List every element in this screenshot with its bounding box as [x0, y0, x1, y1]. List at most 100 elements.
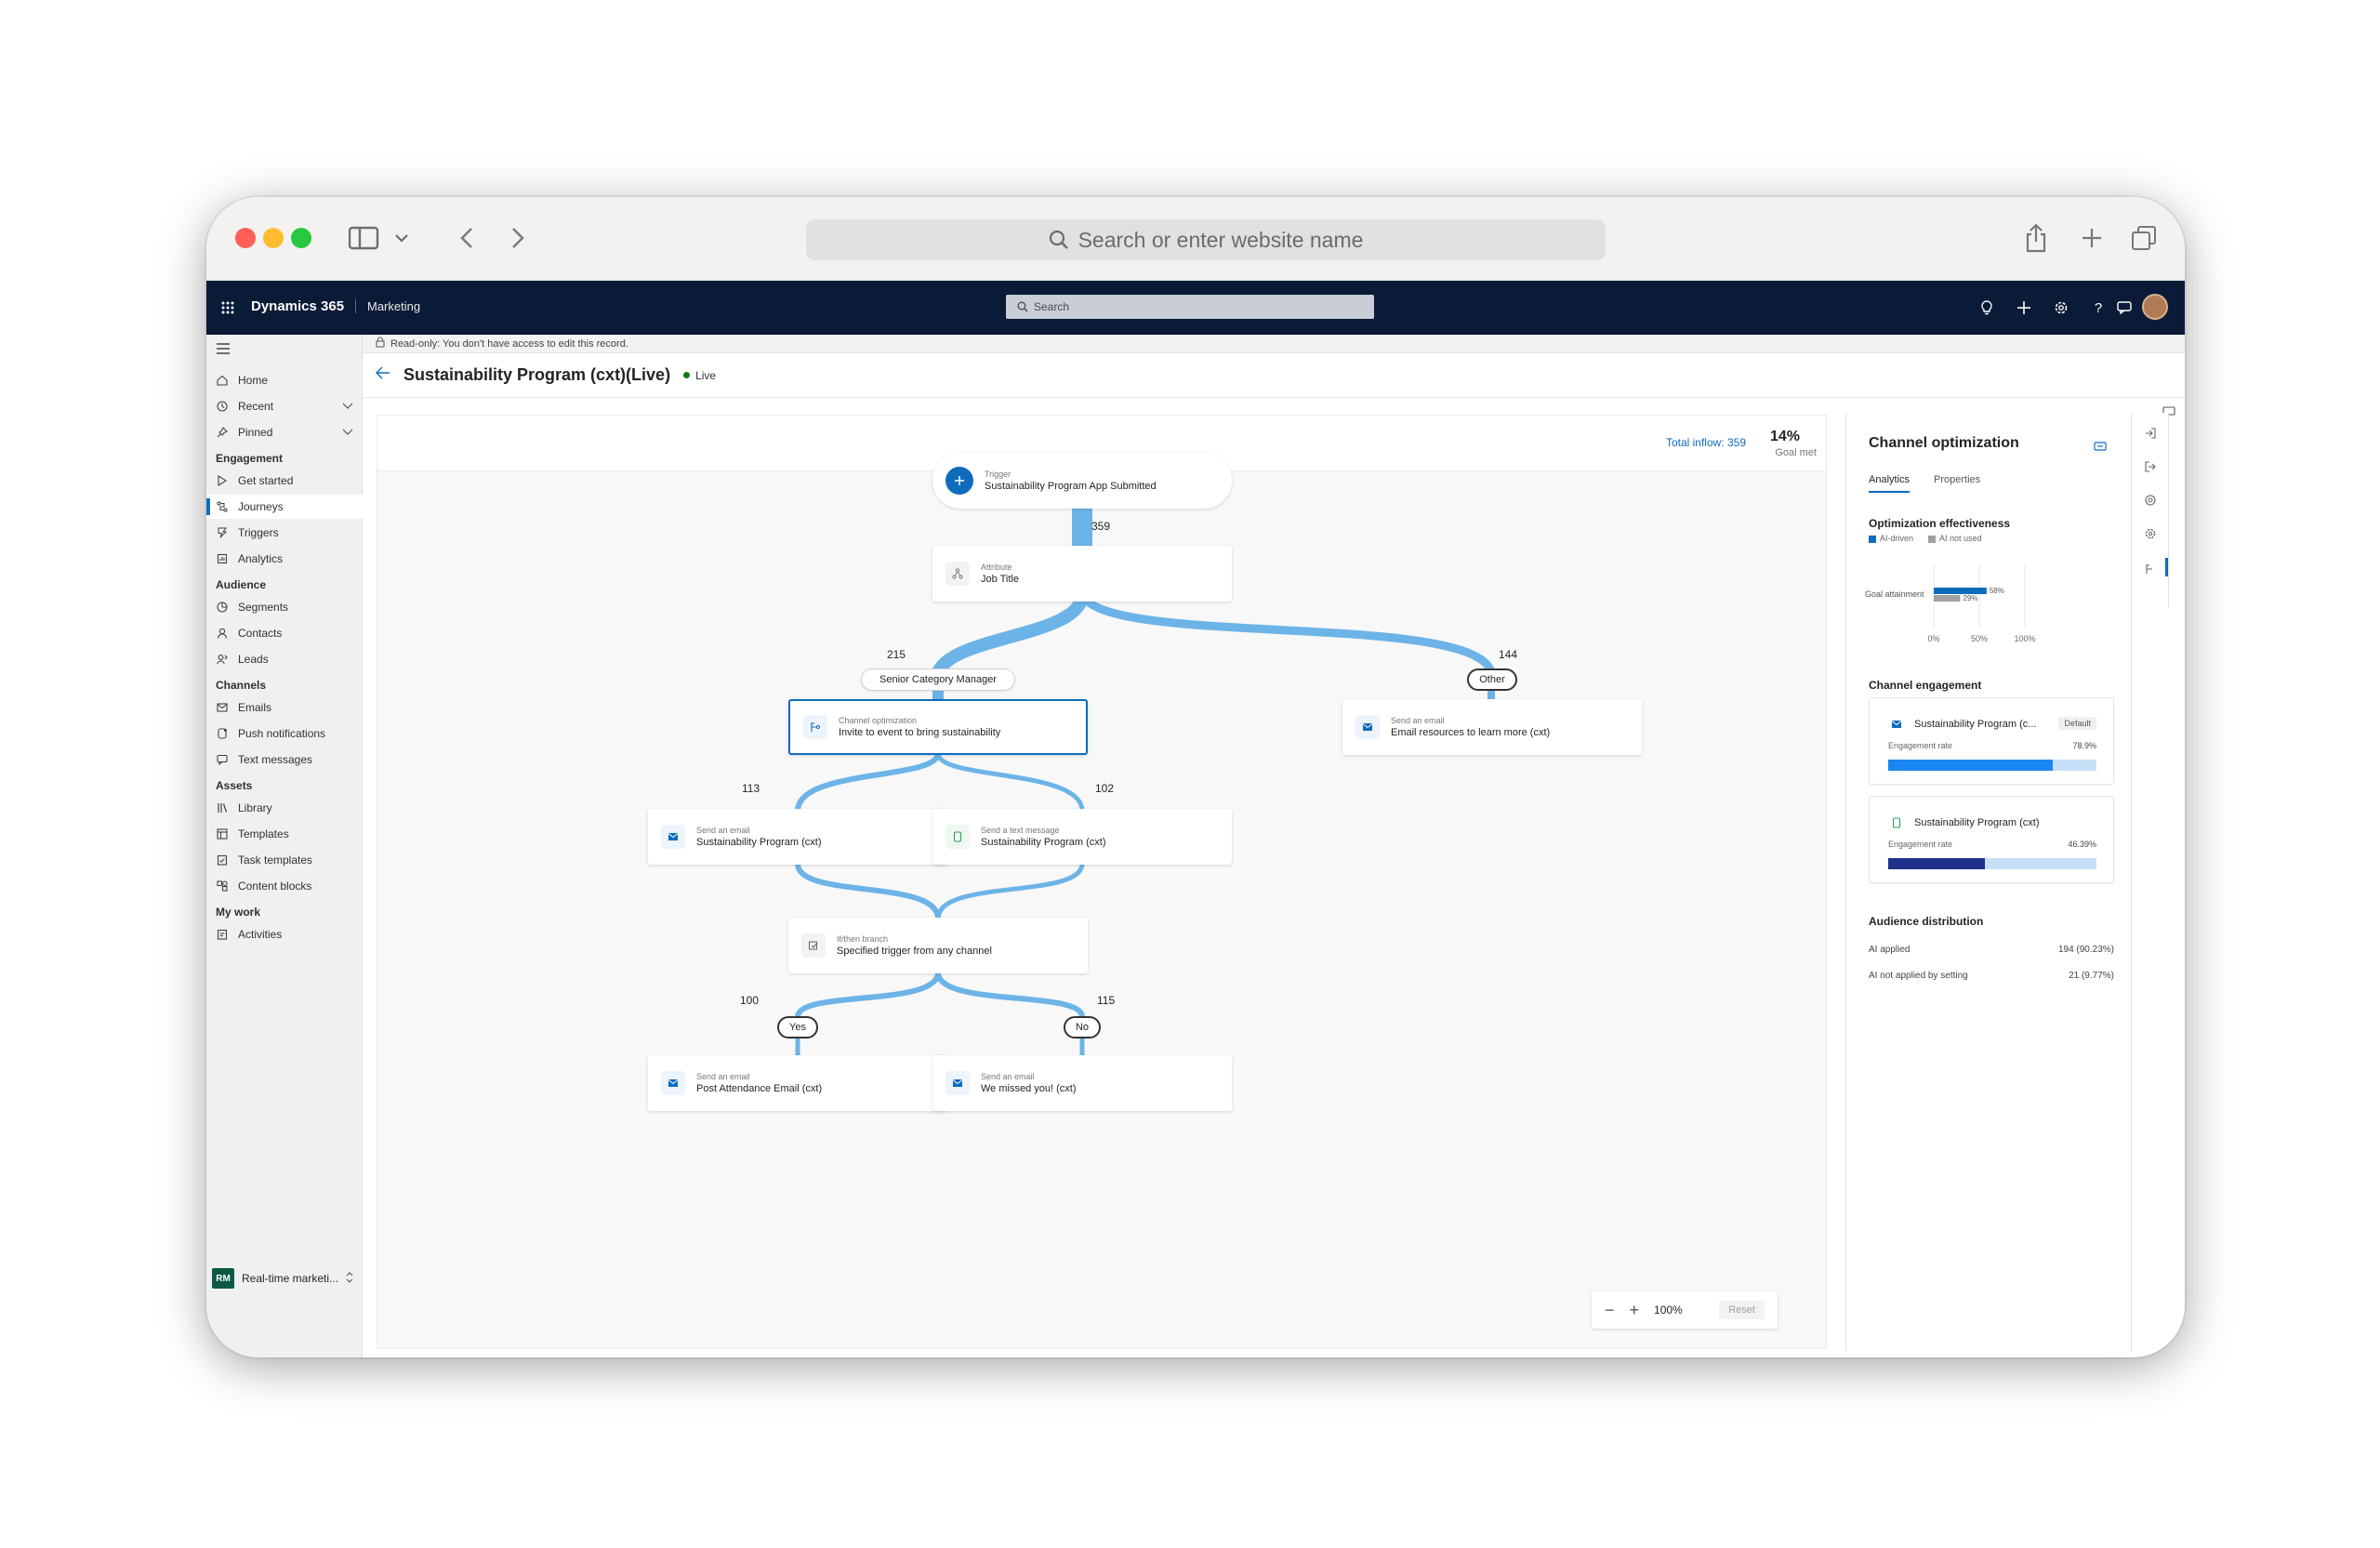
sidebar-item-task-templates[interactable]: Task templates: [206, 848, 363, 872]
tab-properties[interactable]: Properties: [1934, 474, 1980, 493]
gear-icon[interactable]: [2143, 526, 2158, 541]
sidebar-nav: Home Recent Pinned Engagement Get starte…: [206, 335, 363, 1357]
share-icon[interactable]: [2017, 219, 2055, 257]
chart-bar-ai-not-used: [1934, 595, 1961, 602]
journey-node-sms-program[interactable]: Send a text message Sustainability Progra…: [932, 809, 1232, 865]
close-window-button[interactable]: [235, 228, 256, 248]
node-title: Email resources to learn more (cxt): [1391, 726, 1551, 738]
sidebar-item-content-blocks[interactable]: Content blocks: [206, 874, 363, 898]
page-header: Sustainability Program (cxt)(Live) Live: [363, 353, 2185, 398]
sidebar-item-segments[interactable]: Segments: [206, 595, 363, 619]
zoom-in-button[interactable]: +: [1630, 1301, 1640, 1320]
sidebar-item-text-messages[interactable]: Text messages: [206, 748, 363, 772]
add-icon[interactable]: [2014, 298, 2034, 318]
lightbulb-icon[interactable]: [1977, 298, 1997, 318]
sidebar-item-label: Get started: [238, 474, 294, 487]
chevron-down-icon[interactable]: [342, 426, 353, 439]
tab-overview-icon[interactable]: [2125, 219, 2162, 257]
sidebar-item-activities[interactable]: Activities: [206, 922, 363, 946]
gear-icon[interactable]: [2051, 298, 2071, 318]
chevron-down-icon[interactable]: [383, 219, 420, 257]
zoom-window-button[interactable]: [291, 228, 311, 248]
sidebar-item-label: Home: [238, 374, 269, 387]
node-type-label: Trigger: [985, 469, 1012, 479]
target-icon[interactable]: [2143, 493, 2158, 508]
app-brand[interactable]: Dynamics 365: [251, 298, 344, 314]
area-switcher[interactable]: RM Real-time marketi...: [212, 1264, 357, 1292]
journey-node-email-resources[interactable]: Send an email Email resources to learn mo…: [1342, 699, 1642, 755]
zoom-out-button[interactable]: −: [1605, 1301, 1615, 1320]
sidebar-item-templates[interactable]: Templates: [206, 822, 363, 846]
engagement-rate-label: Engagement rate: [1888, 741, 1953, 750]
attribute-icon: [945, 562, 970, 586]
new-tab-icon[interactable]: [2073, 219, 2110, 257]
help-icon[interactable]: ?: [2088, 298, 2109, 318]
sidebar-item-journeys[interactable]: Journeys: [206, 495, 363, 519]
journey-node-channel-optimization[interactable]: Channel optimization Invite to event to b…: [788, 699, 1088, 755]
chevron-down-icon[interactable]: [342, 400, 353, 413]
address-bar[interactable]: Search or enter website name: [806, 219, 1606, 260]
distribution-row: AI not applied by setting 21 (9.77%): [1869, 971, 2114, 981]
tab-analytics[interactable]: Analytics: [1869, 474, 1911, 493]
journey-node-email-post-attendance[interactable]: Send an email Post Attendance Email (cxt): [648, 1055, 947, 1111]
user-avatar[interactable]: [2142, 294, 2168, 320]
sidebar-toggle-icon[interactable]: [346, 219, 383, 257]
journey-node-attribute[interactable]: Attribute Job Title: [932, 546, 1232, 602]
reset-zoom-button[interactable]: Reset: [1719, 1301, 1765, 1319]
sidebar-section-engagement: Engagement: [216, 452, 284, 465]
sidebar-item-leads[interactable]: Leads: [206, 647, 363, 671]
back-arrow-icon[interactable]: [448, 219, 485, 257]
expand-panel-icon[interactable]: [2094, 439, 2107, 456]
channel-optimization-icon[interactable]: [2143, 562, 2158, 576]
sidebar-item-analytics[interactable]: Analytics: [206, 547, 363, 571]
flow-ifthen-to-yes: [795, 971, 941, 1019]
sidebar-item-pinned[interactable]: Pinned: [206, 420, 363, 444]
browser-window: Search or enter website name Dynamics 36…: [206, 197, 2185, 1357]
sidebar-item-emails[interactable]: Emails: [206, 695, 363, 720]
branch-label-yes[interactable]: Yes: [777, 1016, 818, 1039]
journey-node-trigger[interactable]: Trigger Sustainability Program App Submit…: [932, 453, 1232, 509]
sidebar-item-triggers[interactable]: Triggers: [206, 521, 363, 545]
panel-icon-rail: [2132, 413, 2169, 608]
flow-attribute-to-senior: [932, 588, 1089, 679]
sign-in-icon[interactable]: [2143, 426, 2158, 441]
journey-canvas[interactable]: Total inflow: 359 14% Goal met 359 215 1…: [377, 415, 1827, 1349]
chat-icon[interactable]: [2114, 298, 2135, 318]
exit-icon[interactable]: [2143, 459, 2158, 474]
page-title: Sustainability Program (cxt)(Live): [403, 365, 671, 384]
flow-count: 215: [887, 648, 906, 661]
app-module-name[interactable]: Marketing: [355, 299, 420, 313]
global-search-input[interactable]: Search: [1006, 295, 1374, 319]
flow-count: 144: [1499, 648, 1518, 661]
area-label: Real-time marketi...: [242, 1272, 339, 1285]
sms-icon: [1888, 815, 1905, 830]
status-text: Live: [695, 368, 717, 382]
distribution-row: AI applied 194 (90.23%): [1869, 945, 2114, 955]
forward-arrow-icon[interactable]: [499, 219, 536, 257]
mail-icon: [206, 703, 238, 712]
sidebar-item-recent[interactable]: Recent: [206, 394, 363, 418]
sidebar-item-home[interactable]: Home: [206, 368, 363, 392]
legend-swatch: [1869, 535, 1876, 543]
chart-tick-label: 100%: [2014, 634, 2035, 643]
sidebar-item-push-notifications[interactable]: Push notifications: [206, 721, 363, 746]
rail-active-indicator: [2165, 558, 2168, 576]
engagement-card-sms[interactable]: Sustainability Program (cxt) Engagement …: [1869, 796, 2114, 883]
journey-node-ifthen-branch[interactable]: If/then branch Specified trigger from any…: [788, 918, 1088, 973]
branch-label-senior-category-manager[interactable]: Senior Category Manager: [861, 668, 1015, 691]
hamburger-menu-icon[interactable]: [216, 342, 231, 359]
sidebar-item-contacts[interactable]: Contacts: [206, 621, 363, 645]
sidebar-item-label: Triggers: [238, 526, 279, 539]
engagement-card-email[interactable]: Sustainability Program (c... Default Eng…: [1869, 697, 2114, 785]
minimize-window-button[interactable]: [263, 228, 284, 248]
app-launcher-icon[interactable]: [218, 298, 238, 318]
journey-node-email-program[interactable]: Send an email Sustainability Program (cxt…: [648, 809, 947, 865]
journey-node-email-we-missed-you[interactable]: Send an email We missed you! (cxt): [932, 1055, 1232, 1111]
sidebar-item-library[interactable]: Library: [206, 796, 363, 820]
clock-icon: [206, 401, 238, 412]
legend-item-ai-not-used: AI not used: [1928, 534, 1982, 543]
branch-label-no[interactable]: No: [1064, 1016, 1101, 1039]
branch-label-other[interactable]: Other: [1467, 668, 1517, 691]
back-arrow-icon[interactable]: [376, 366, 390, 384]
sidebar-item-get-started[interactable]: Get started: [206, 469, 363, 493]
